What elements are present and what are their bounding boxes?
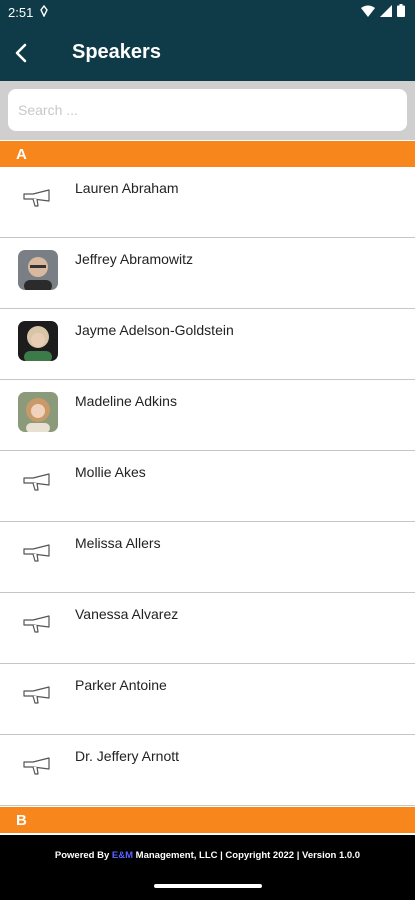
search-input[interactable] (8, 89, 407, 131)
section-header-a: A (0, 141, 415, 167)
list-item[interactable]: Melissa Allers (0, 522, 415, 593)
megaphone-icon (22, 471, 54, 495)
list-item[interactable]: Parker Antoine (0, 664, 415, 735)
speaker-name: Vanessa Alvarez (75, 606, 179, 622)
avatar (18, 321, 58, 361)
footer-prefix: Powered By (54, 850, 112, 861)
footer-text: Powered By E&M Management, LLC | Copyrig… (0, 850, 415, 861)
list-item[interactable]: Jayme Adelson-Goldstein (0, 309, 415, 380)
footer-brand: E&M (111, 850, 134, 861)
speaker-name: Dr. Jeffery Arnott (75, 748, 180, 764)
list-item[interactable]: Madeline Adkins (0, 380, 415, 451)
speaker-name: Parker Antoine (75, 677, 167, 693)
megaphone-icon (22, 684, 54, 708)
megaphone-icon (22, 613, 54, 637)
wifi-icon (361, 5, 375, 20)
avatar (18, 392, 58, 432)
search-bar (0, 81, 415, 140)
list-item[interactable]: Dr. Jeffery Arnott (0, 735, 415, 806)
status-bar: 2:51 (0, 0, 415, 24)
list-item[interactable]: Lauren Abraham (0, 167, 415, 238)
speaker-name: Jayme Adelson-Goldstein (75, 322, 234, 338)
avatar (18, 250, 58, 290)
page-title: Speakers (72, 41, 161, 63)
speaker-name: Madeline Adkins (75, 393, 177, 409)
list-item[interactable]: Mollie Akes (0, 451, 415, 522)
signal-icon (380, 4, 392, 20)
chevron-left-icon (15, 43, 27, 62)
speaker-name: Melissa Allers (75, 535, 161, 551)
megaphone-icon (22, 755, 54, 779)
back-button[interactable] (4, 31, 38, 75)
footer-suffix: Management, LLC | Copyright 2022 | Versi… (133, 850, 361, 861)
speaker-name: Jeffrey Abramowitz (75, 251, 194, 267)
home-indicator[interactable] (154, 884, 262, 888)
speaker-name: Lauren Abraham (75, 180, 179, 196)
list-item[interactable]: Jeffrey Abramowitz (0, 238, 415, 309)
megaphone-icon (22, 542, 54, 566)
status-time: 2:51 (8, 4, 34, 20)
battery-icon (397, 4, 405, 20)
speaker-list[interactable]: A Lauren Abraham Jeffrey Abramowitz Jayme A… (0, 140, 415, 835)
list-item[interactable]: Vanessa Alvarez (0, 593, 415, 664)
notification-icon (39, 4, 49, 20)
speaker-name: Mollie Akes (75, 464, 146, 480)
footer: Powered By E&M Management, LLC | Copyrig… (0, 835, 415, 900)
megaphone-icon (22, 187, 54, 211)
app-bar: Speakers (0, 24, 415, 81)
section-header-b: B (0, 807, 415, 833)
